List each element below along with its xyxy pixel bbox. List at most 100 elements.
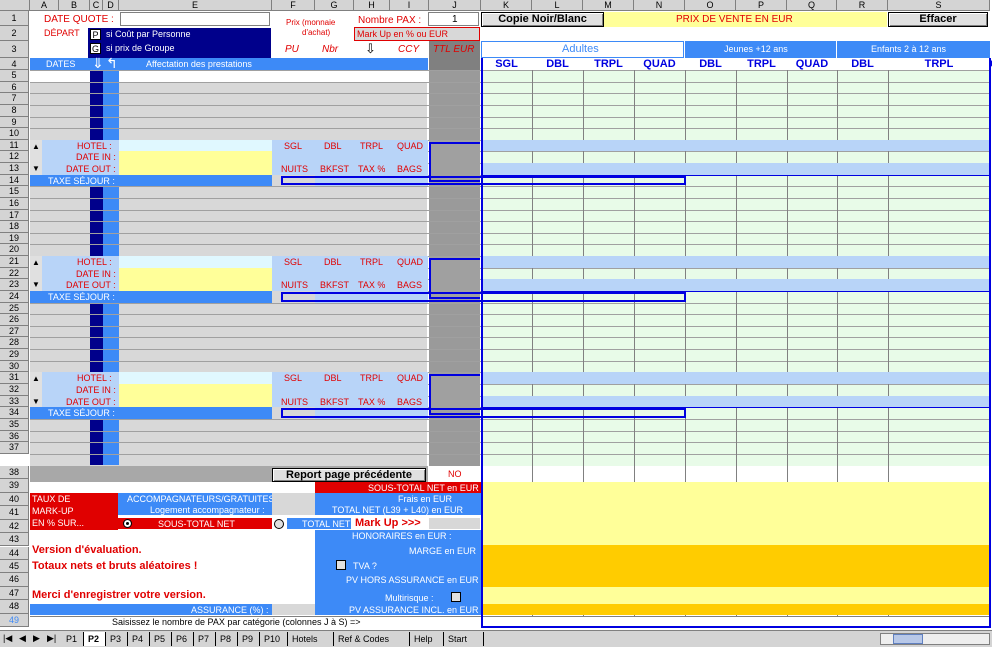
logement-input[interactable] — [272, 504, 315, 515]
sheet-tab[interactable]: P2 — [84, 632, 106, 646]
date-out-input[interactable] — [119, 279, 272, 291]
date-in-input[interactable] — [119, 151, 272, 164]
sheet-tab[interactable]: P8 — [216, 632, 238, 646]
sheet-tab[interactable]: P5 — [150, 632, 172, 646]
stepper-down-icon[interactable]: ▼ — [32, 281, 40, 289]
stepper-up-icon[interactable]: ▲ — [32, 259, 40, 267]
column-header[interactable]: J — [429, 0, 481, 11]
column-header[interactable]: R — [837, 0, 888, 11]
copie-noir-blanc-button[interactable]: Copie Noir/Blanc — [481, 12, 604, 27]
row-header[interactable]: 4 — [0, 58, 29, 70]
column-header[interactable]: A — [30, 0, 59, 11]
column-header[interactable]: I — [390, 0, 429, 11]
row-header[interactable]: 23 — [0, 279, 29, 291]
option-g-key[interactable]: G — [90, 43, 101, 54]
column-header[interactable]: F — [272, 0, 315, 11]
sheet-tab[interactable]: P9 — [238, 632, 260, 646]
column-header[interactable]: M — [583, 0, 634, 11]
column-header[interactable]: L — [532, 0, 583, 11]
row-header[interactable]: 31 — [0, 372, 29, 384]
row-header[interactable]: 42 — [0, 519, 29, 534]
scroll-thumb[interactable] — [893, 634, 923, 644]
date-quote-input[interactable] — [120, 12, 270, 26]
row-header[interactable]: 22 — [0, 267, 29, 280]
sheet-tab[interactable]: P7 — [194, 632, 216, 646]
row-header[interactable]: 24 — [0, 290, 29, 303]
row-header[interactable]: 21 — [0, 256, 29, 268]
row-header[interactable]: 10 — [0, 128, 29, 140]
row-header[interactable]: 36 — [0, 430, 29, 443]
column-header[interactable]: B — [59, 0, 90, 11]
sheet-tab[interactable]: P3 — [106, 632, 128, 646]
column-header[interactable]: O — [685, 0, 736, 11]
sous-total-radio[interactable] — [123, 519, 132, 528]
multirisque-checkbox[interactable] — [451, 592, 461, 602]
row-header[interactable]: 8 — [0, 104, 29, 117]
row-header[interactable]: 46 — [0, 573, 29, 587]
sheet-tab[interactable]: Hotels — [288, 632, 334, 646]
row-header[interactable]: 40 — [0, 492, 29, 507]
row-header[interactable]: 6 — [0, 81, 29, 94]
date-out-input[interactable] — [119, 163, 272, 175]
row-header[interactable]: 32 — [0, 384, 29, 396]
column-header[interactable]: C — [90, 0, 103, 11]
column-header[interactable]: G — [315, 0, 354, 11]
effacer-button[interactable]: Effacer — [888, 12, 988, 27]
hotel-name-input[interactable] — [119, 139, 272, 152]
row-header[interactable]: 18 — [0, 221, 29, 233]
stepper-down-icon[interactable]: ▼ — [32, 165, 40, 173]
date-in-input[interactable] — [119, 267, 272, 280]
row-header[interactable]: 11 — [0, 139, 29, 152]
row-header[interactable]: 44 — [0, 546, 29, 560]
tva-checkbox[interactable] — [336, 560, 346, 570]
sheet-tab[interactable]: P6 — [172, 632, 194, 646]
row-header[interactable]: 29 — [0, 349, 29, 361]
column-header[interactable]: H — [354, 0, 390, 11]
tab-last-icon[interactable]: ▶| — [47, 634, 56, 643]
stepper-down-icon[interactable]: ▼ — [32, 397, 40, 406]
row-header[interactable]: 12 — [0, 151, 29, 164]
option-p-key[interactable]: P — [90, 29, 101, 40]
column-header[interactable]: S — [888, 0, 990, 11]
accompagnateurs-input[interactable] — [272, 493, 315, 504]
row-header[interactable]: 28 — [0, 337, 29, 350]
row-header[interactable]: 15 — [0, 186, 29, 198]
row-header[interactable]: 16 — [0, 197, 29, 210]
row-header[interactable]: 14 — [0, 174, 29, 187]
sheet-tab[interactable]: P10 — [260, 632, 288, 646]
row-header[interactable]: 41 — [0, 506, 29, 520]
row-header[interactable]: 33 — [0, 395, 29, 408]
row-header[interactable]: 5 — [0, 70, 29, 82]
tab-prev-icon[interactable]: ◀ — [19, 634, 26, 643]
sheet-tab[interactable]: P1 — [62, 632, 84, 646]
row-header[interactable]: 19 — [0, 232, 29, 245]
select-all-corner[interactable] — [0, 0, 30, 11]
column-header[interactable]: P — [736, 0, 787, 11]
column-header[interactable]: D — [103, 0, 119, 11]
sheet-tab[interactable]: Help — [410, 632, 444, 646]
stepper-up-icon[interactable]: ▲ — [32, 142, 40, 151]
hotel-name-input[interactable] — [119, 372, 272, 384]
total-net-radio[interactable] — [274, 519, 284, 529]
row-header[interactable]: 3 — [0, 41, 29, 58]
hotel-name-input[interactable] — [119, 256, 272, 268]
row-header[interactable]: 2 — [0, 26, 29, 41]
row-header[interactable]: 30 — [0, 360, 29, 373]
row-header[interactable]: 1 — [0, 11, 29, 26]
column-header[interactable]: N — [634, 0, 685, 11]
row-header[interactable]: 17 — [0, 209, 29, 222]
row-header[interactable]: 27 — [0, 325, 29, 338]
row-header[interactable]: 49 — [0, 613, 29, 627]
row-header[interactable]: 43 — [0, 533, 29, 547]
row-header[interactable]: 7 — [0, 93, 29, 105]
report-page-button[interactable]: Report page précédente — [272, 468, 426, 482]
date-out-input[interactable] — [119, 395, 272, 408]
markup-input[interactable] — [429, 518, 480, 529]
sheet-tab[interactable]: P4 — [128, 632, 150, 646]
date-in-input[interactable] — [119, 384, 272, 396]
stepper-up-icon[interactable]: ▲ — [32, 375, 40, 383]
row-header[interactable]: 47 — [0, 586, 29, 601]
row-header[interactable]: 45 — [0, 559, 29, 574]
row-header[interactable]: 9 — [0, 116, 29, 129]
row-header[interactable]: 20 — [0, 244, 29, 257]
